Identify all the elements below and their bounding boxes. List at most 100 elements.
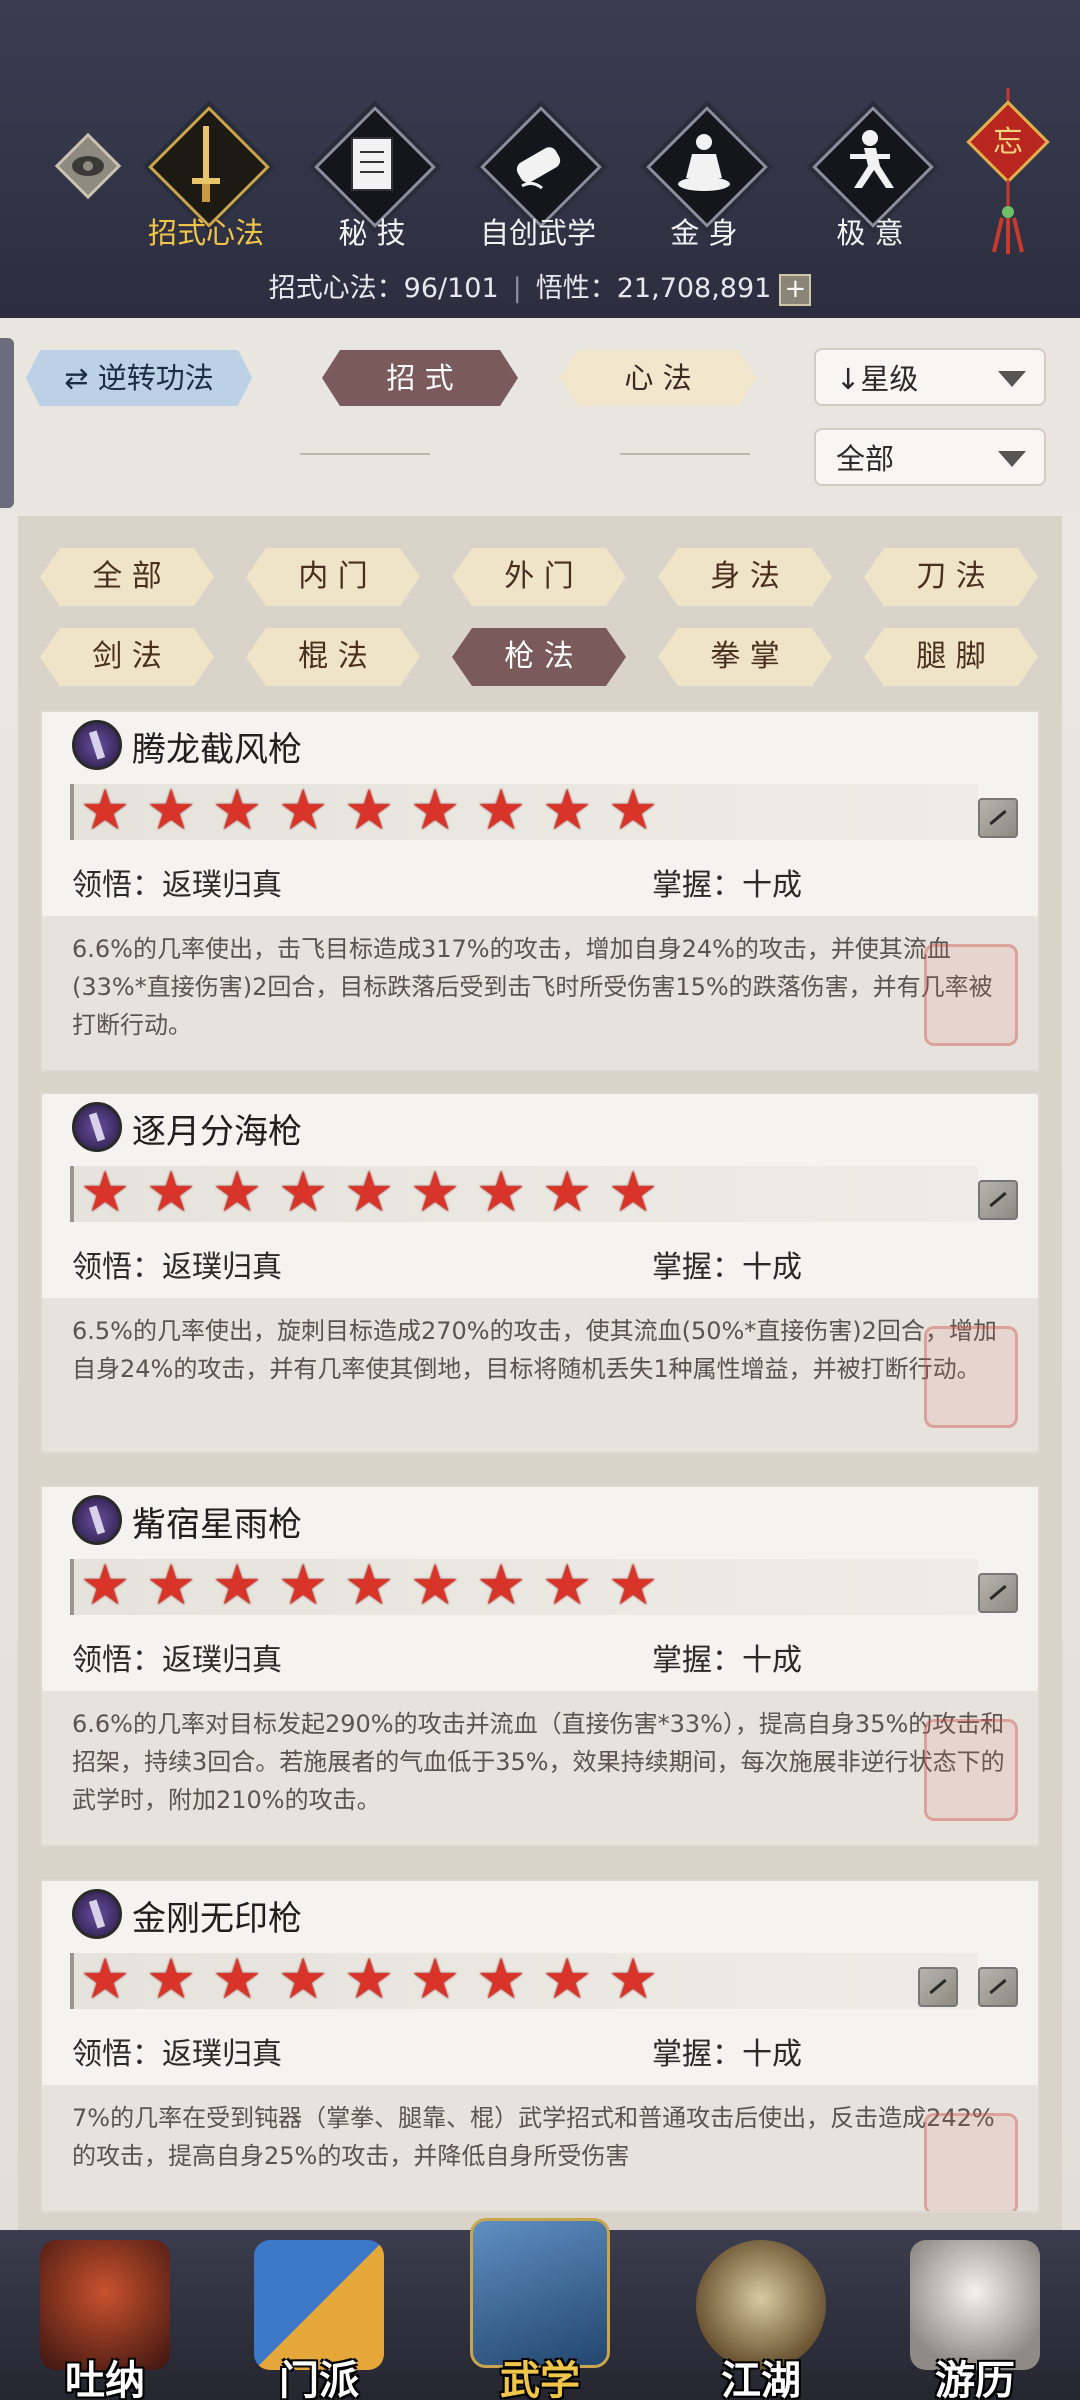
star-icon: ★ — [344, 778, 395, 843]
star-icon: ★ — [212, 1553, 263, 1618]
tab-zichuang-wuxue[interactable] — [480, 106, 602, 228]
star-icon: ★ — [278, 1553, 329, 1618]
tab-jiyi[interactable] — [812, 106, 934, 228]
insight-value: 悟性：21,708,891 — [535, 273, 772, 304]
nav-jianghu[interactable]: 江湖 — [666, 2230, 856, 2400]
filter-jianfa[interactable]: 剑 法 — [40, 628, 214, 686]
martial-books-icon — [470, 2218, 610, 2368]
nav-menpai[interactable]: 门派 — [224, 2230, 414, 2400]
skill-description: 6.5%的几率使出，旋刺目标造成270%的攻击，使其流血(50%*直接伤害)2回… — [42, 1298, 1038, 1452]
skill-type-icon[interactable] — [978, 1573, 1018, 1613]
tab-label-zichuang[interactable]: 自创武学 — [453, 210, 623, 252]
skill-type-icon[interactable] — [978, 1180, 1018, 1220]
divider — [620, 453, 750, 455]
star-icon: ★ — [344, 1947, 395, 2012]
tab-zhaoshi-xinfa[interactable] — [148, 106, 270, 228]
side-handle[interactable] — [0, 338, 14, 508]
skill-description: 7%的几率在受到钝器（掌拳、腿靠、棍）武学招式和普通攻击后使出，反击造成242%… — [42, 2085, 1038, 2211]
swap-icon: ⇄ — [64, 361, 98, 395]
filter-waimen[interactable]: 外 门 — [452, 548, 626, 606]
star-icon: ★ — [542, 778, 593, 843]
star-icon: ★ — [278, 1160, 329, 1225]
skill-description: 6.6%的几率使出，击飞目标造成317%的攻击，增加自身24%的攻击，并使其流血… — [42, 916, 1038, 1070]
zhangwo-text: 掌握：十成 — [652, 1250, 802, 1285]
spear-skill-icon — [72, 1102, 122, 1152]
star-icon: ★ — [542, 1553, 593, 1618]
tab-miji[interactable] — [314, 106, 436, 228]
filter-shenfa[interactable]: 身 法 — [658, 548, 832, 606]
knot-char: 忘 — [993, 125, 1023, 160]
star-icon: ★ — [278, 778, 329, 843]
tab-xinfa[interactable]: 心 法 — [560, 350, 756, 406]
star-icon: ★ — [476, 778, 527, 843]
star-icon: ★ — [146, 778, 197, 843]
category-dropdown[interactable]: 全部 — [814, 428, 1046, 486]
sort-arrow-icon: ↓ — [836, 362, 861, 396]
star-icon: ★ — [212, 778, 263, 843]
star-bar: ★ ★ ★ ★ ★ ★ ★ ★ ★ — [70, 1947, 978, 2012]
nav-tuna[interactable]: 吐纳 — [10, 2230, 200, 2400]
martial-stance-icon — [850, 130, 894, 188]
filter-tuijiao[interactable]: 腿 脚 — [864, 628, 1038, 686]
tab-label-miji[interactable]: 秘 技 — [287, 210, 457, 252]
filter-daofa[interactable]: 刀 法 — [864, 548, 1038, 606]
scroll-icon — [516, 147, 561, 190]
sort-dropdown[interactable]: ↓星级 — [814, 348, 1046, 406]
eye-icon[interactable] — [52, 130, 124, 202]
skill-card[interactable]: 逐月分海枪 ★ ★ ★ ★ ★ ★ ★ ★ ★ 领悟：返璞归真 掌握：十成 6.5%的几率使出，… — [40, 1092, 1040, 1454]
skill-name: 腾龙截风枪 — [132, 730, 302, 770]
book-icon — [351, 137, 393, 191]
skill-card[interactable]: 觜宿星雨枪 ★ ★ ★ ★ ★ ★ ★ ★ ★ 领悟：返璞归真 掌握：十成 6.6%的几率对目标… — [40, 1485, 1040, 1847]
spear-skill-icon — [72, 720, 122, 770]
reverse-gongfa-button[interactable]: ⇄ 逆转功法 — [26, 350, 252, 406]
category-label: 全部 — [836, 442, 895, 476]
star-bar: ★ ★ ★ ★ ★ ★ ★ ★ ★ — [70, 1553, 978, 1618]
app-root: 招式心法 秘 技 自创武学 金 身 极 意 忘 招式心法：96/101 | 悟性：2… — [0, 0, 1080, 2400]
zhangwo-text: 掌握：十成 — [652, 2037, 802, 2072]
zhangwo-text: 掌握：十成 — [652, 1643, 802, 1678]
tab-jinshen[interactable] — [646, 106, 768, 228]
skill-type-icon[interactable] — [978, 1967, 1018, 2007]
star-icon: ★ — [410, 1947, 461, 2012]
star-icon: ★ — [212, 1160, 263, 1225]
seal-stamp-icon — [924, 2113, 1018, 2211]
top-header: 招式心法 秘 技 自创武学 金 身 极 意 忘 招式心法：96/101 | 悟性：2… — [0, 0, 1080, 320]
star-icon: ★ — [476, 1160, 527, 1225]
skill-type-icon[interactable] — [978, 798, 1018, 838]
filter-neimen[interactable]: 内 门 — [246, 548, 420, 606]
star-icon: ★ — [80, 778, 131, 843]
skills-count: 招式心法：96/101 — [268, 273, 499, 304]
star-icon: ★ — [278, 1947, 329, 2012]
tab-label-jiyi[interactable]: 极 意 — [785, 210, 955, 252]
spear-skill-icon — [72, 1495, 122, 1545]
star-icon: ★ — [80, 1553, 131, 1618]
star-icon: ★ — [608, 1553, 659, 1618]
tab-label-zhaoshi-xinfa[interactable]: 招式心法 — [121, 210, 291, 252]
star-icon: ★ — [542, 1160, 593, 1225]
filter-gunfa[interactable]: 棍 法 — [246, 628, 420, 686]
filter-all[interactable]: 全 部 — [40, 548, 214, 606]
skill-description: 6.6%的几率对目标发起290%的攻击并流血（直接伤害*33%），提高自身35%… — [42, 1691, 1038, 1845]
nav-label-youli: 游历 — [935, 2358, 1015, 2400]
star-icon: ★ — [212, 1947, 263, 2012]
star-icon: ★ — [146, 1553, 197, 1618]
bottom-nav: 吐纳 门派 武学 江湖 游历 — [0, 2218, 1080, 2400]
filter-qiangfa[interactable]: 枪 法 — [452, 628, 626, 686]
star-icon: ★ — [80, 1947, 131, 2012]
spear-skill-icon — [72, 1889, 122, 1939]
skill-type-icon[interactable] — [918, 1967, 958, 2007]
chinese-knot-icon[interactable]: 忘 — [958, 88, 1058, 258]
nav-youli[interactable]: 游历 — [880, 2230, 1070, 2400]
reverse-label: 逆转功法 — [97, 361, 214, 395]
meditation-icon — [678, 134, 730, 191]
add-insight-button[interactable]: + — [779, 273, 812, 306]
nav-label-jianghu: 江湖 — [721, 2358, 801, 2400]
skill-card[interactable]: 金刚无印枪 ★ ★ ★ ★ ★ ★ ★ ★ ★ 领悟：返璞归真 掌握：十成 7%的几率在受到钝器… — [40, 1879, 1040, 2213]
star-icon: ★ — [410, 778, 461, 843]
tab-zhaoshi[interactable]: 招 式 — [322, 350, 518, 406]
nav-wuxue[interactable]: 武学 — [445, 2218, 635, 2400]
tab-label-jinshen[interactable]: 金 身 — [619, 210, 789, 252]
filter-quanzhang[interactable]: 拳 掌 — [658, 628, 832, 686]
lingwu-text: 领悟：返璞归真 — [72, 2037, 282, 2072]
skill-card[interactable]: 腾龙截风枪 ★ ★ ★ ★ ★ ★ ★ ★ ★ 领悟：返璞归真 掌握：十成 6.6%的几率使出，… — [40, 710, 1040, 1072]
